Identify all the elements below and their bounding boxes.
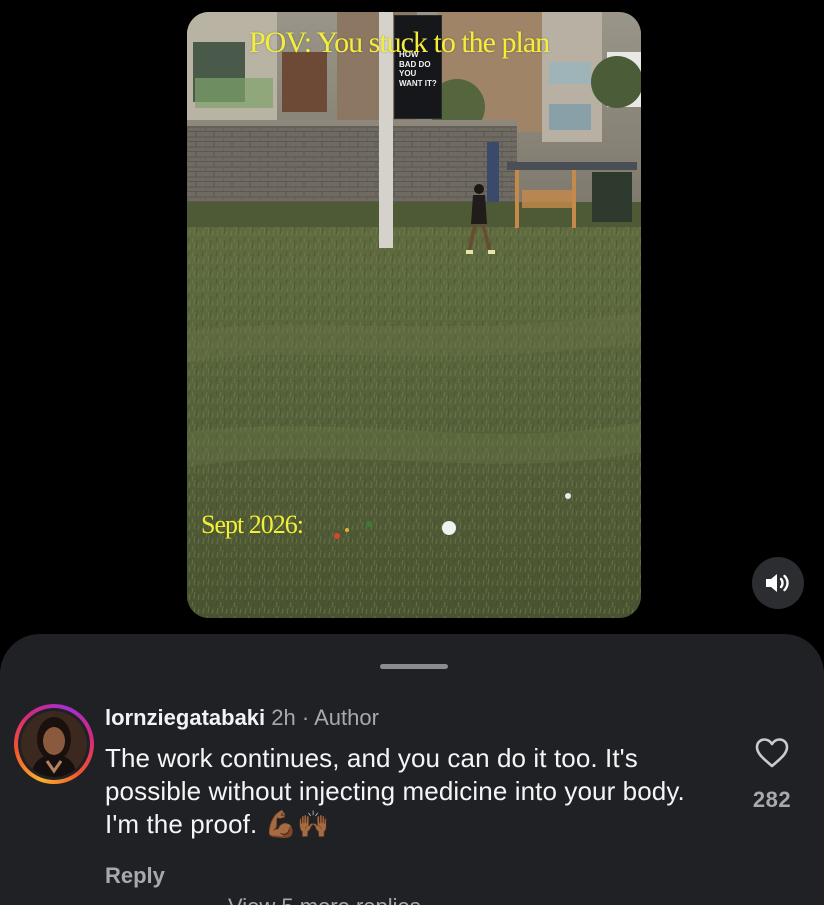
view-more-replies[interactable]: View 5 more replies — [168, 894, 421, 905]
reply-button[interactable]: Reply — [105, 863, 165, 889]
like-section: 282 — [744, 738, 800, 813]
comment: lornziegatabaki 2h · Author The work con… — [105, 704, 725, 889]
comment-text: The work continues, and you can do it to… — [105, 743, 685, 839]
comment-meta: lornziegatabaki 2h · Author — [105, 704, 725, 732]
author-badge: Author — [314, 705, 379, 730]
speaker-on-icon — [766, 574, 789, 592]
video-player[interactable]: HOW BAD DO YOU WANT IT? POV: You stuck t… — [187, 12, 641, 618]
sound-toggle-button[interactable] — [752, 557, 804, 609]
sheet-grabber[interactable] — [380, 664, 448, 669]
screen: HOW BAD DO YOU WANT IT? POV: You stuck t… — [0, 0, 824, 905]
like-button[interactable] — [755, 738, 789, 773]
heart-icon — [755, 738, 789, 768]
video-caption-bottom: Sept 2026: — [201, 510, 304, 539]
comment-username[interactable]: lornziegatabaki — [105, 705, 265, 730]
avatar-photo — [21, 711, 87, 777]
comment-time: 2h — [271, 705, 296, 730]
avatar[interactable] — [21, 711, 87, 777]
like-count: 282 — [752, 787, 792, 812]
story-ring[interactable] — [14, 704, 94, 784]
comments-sheet: lornziegatabaki 2h · Author The work con… — [0, 634, 824, 905]
video-caption-top: POV: You stuck to the plan — [249, 26, 550, 59]
meta-separator: · — [301, 705, 310, 730]
